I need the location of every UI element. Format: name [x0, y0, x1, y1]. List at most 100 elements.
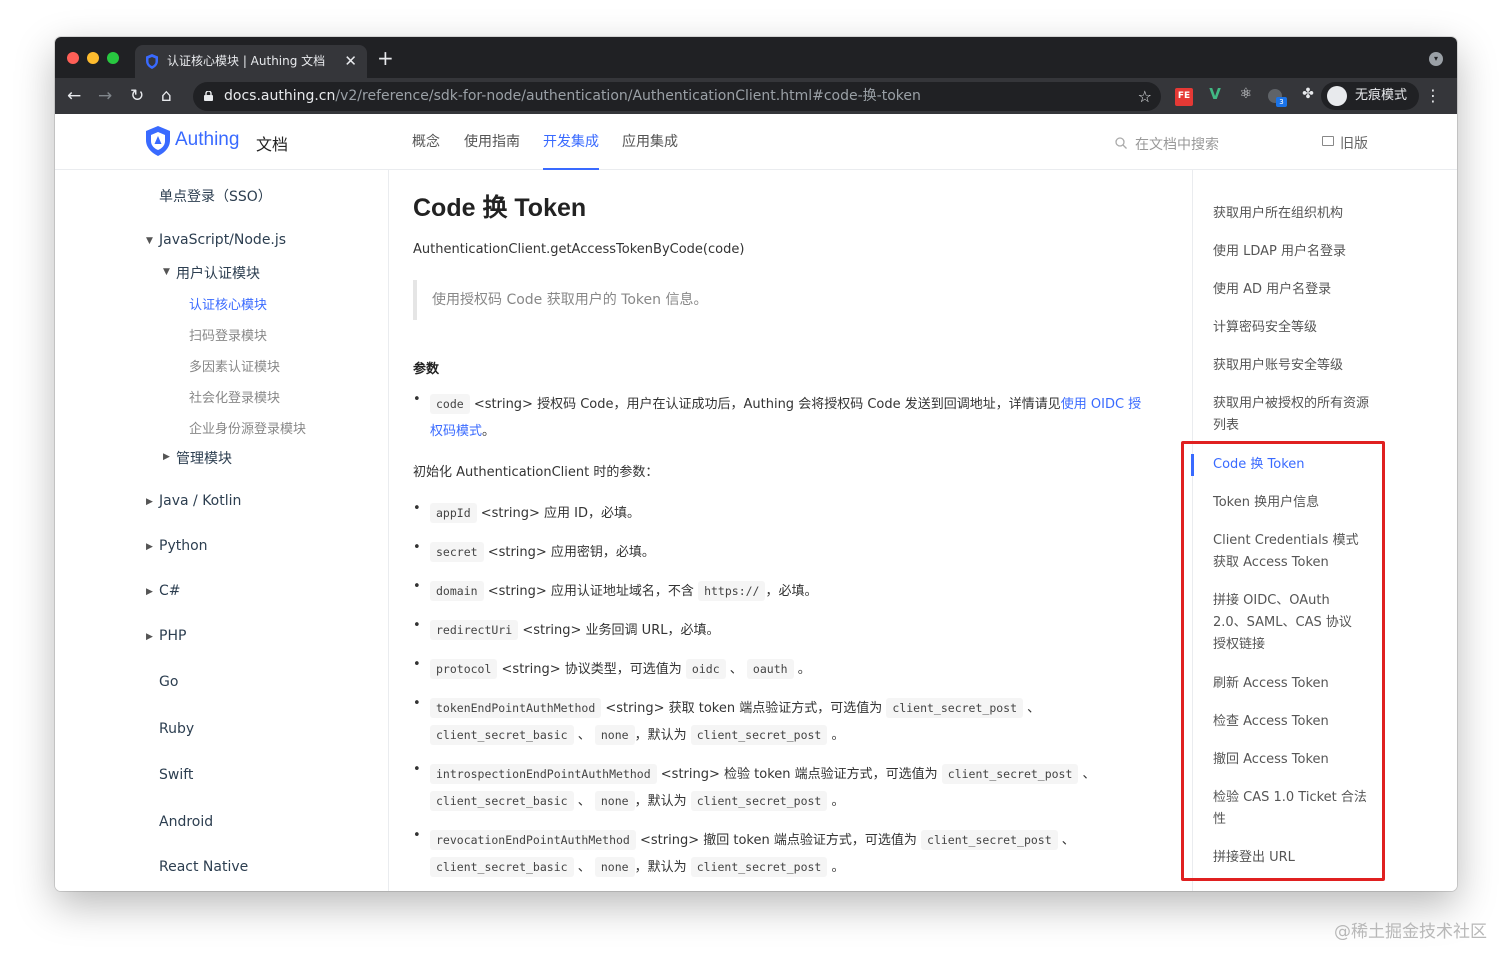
tab-close-icon[interactable]: ✕: [344, 45, 357, 78]
code-value: client_secret_post: [690, 725, 828, 745]
sidebar-item-swift[interactable]: Swift: [159, 767, 193, 783]
toc-item[interactable]: 检查 Access Token: [1213, 711, 1373, 733]
search-placeholder: 在文档中搜索: [1135, 137, 1219, 153]
code-value: client_secret_basic: [430, 857, 574, 877]
sidebar-item-csharp[interactable]: C#: [159, 583, 181, 599]
param-desc: <string> 撤回 token 端点验证方式，可选值为: [640, 833, 917, 848]
param-desc: <string> 检验 token 端点验证方式，可选值为: [660, 767, 938, 782]
old-version-link[interactable]: 旧版: [1322, 133, 1368, 153]
incognito-icon: [1327, 86, 1347, 106]
param-name: domain: [430, 581, 484, 601]
toc-item[interactable]: Token 换用户信息: [1213, 492, 1373, 514]
toc-item[interactable]: 拼接 OIDC、OAuth 2.0、SAML、CAS 协议授权链接: [1213, 590, 1363, 656]
sidebar-item-php[interactable]: PHP: [159, 628, 186, 644]
tab-title: 认证核心模块 | Authing 文档: [167, 54, 326, 68]
caret-right-icon: ▶: [146, 587, 153, 597]
reload-icon[interactable]: ↻: [130, 85, 144, 107]
site-header: Authing 文档 概念 使用指南 开发集成 应用集成 在文档中搜索 旧版: [55, 114, 1457, 170]
url-text[interactable]: docs.authing.cn/v2/reference/sdk-for-nod…: [224, 82, 921, 111]
sidebar-item-js-node[interactable]: JavaScript/Node.js: [159, 232, 286, 248]
zoom-window-button[interactable]: [107, 52, 119, 64]
toc-item[interactable]: 获取用户被授权的所有资源列表: [1213, 393, 1371, 437]
param-domain: • domain <string> 应用认证地址域名，不含 https://，必…: [413, 579, 818, 601]
sidebar-item-auth-core[interactable]: 认证核心模块: [189, 294, 267, 313]
param-name: appId: [430, 503, 477, 523]
nav-dev-integration[interactable]: 开发集成: [543, 114, 599, 170]
param-redirect-uri: • redirectUri <string> 业务回调 URL，必填。: [413, 618, 720, 640]
param-name: revocationEndPointAuthMethod: [430, 830, 636, 850]
toc-item[interactable]: 刷新 Access Token: [1213, 673, 1373, 695]
nav-concepts[interactable]: 概念: [412, 114, 440, 170]
bookmark-star-icon[interactable]: ☆: [1138, 82, 1152, 111]
punct: 。: [831, 794, 845, 809]
caret-right-icon: ▶: [163, 452, 170, 462]
punct: ，必填。: [765, 584, 818, 599]
address-bar[interactable]: docs.authing.cn/v2/reference/sdk-for-nod…: [193, 82, 1161, 111]
sidebar-item-java[interactable]: Java / Kotlin: [159, 493, 241, 509]
toc-item[interactable]: 获取用户账号安全等级: [1213, 355, 1373, 377]
toc-active-indicator: [1191, 454, 1194, 476]
toc-item-active[interactable]: Code 换 Token: [1213, 454, 1373, 476]
nav-guides[interactable]: 使用指南: [464, 114, 520, 170]
oidc-link-cont[interactable]: 权码模式: [430, 424, 482, 439]
sidebar-item-python[interactable]: Python: [159, 538, 208, 554]
code-value: client_secret_post: [886, 698, 1024, 718]
sidebar-item-sso[interactable]: 单点登录（SSO）: [159, 186, 272, 206]
puzzle-extensions-icon[interactable]: ✤: [1299, 86, 1317, 104]
sidebar-item-go[interactable]: Go: [159, 674, 178, 690]
sidebar-item-enterprise[interactable]: 企业身份源登录模块: [189, 418, 306, 437]
param-desc: <string> 协议类型，可选值为: [501, 662, 682, 677]
sidebar-item-user-auth[interactable]: 用户认证模块: [176, 263, 260, 283]
param-protocol: • protocol <string> 协议类型，可选值为 oidc 、 oau…: [413, 657, 811, 679]
browser-menu-icon[interactable]: ⋮: [1425, 86, 1441, 106]
punct: 。: [831, 860, 845, 875]
toc-item[interactable]: 使用 LDAP 用户名登录: [1213, 241, 1373, 263]
param-revocation-method: • revocationEndPointAuthMethod <string> …: [413, 828, 1075, 877]
toc-item[interactable]: 使用 AD 用户名登录: [1213, 279, 1373, 301]
new-tab-button[interactable]: +: [377, 46, 394, 70]
forward-arrow-icon[interactable]: →: [98, 85, 112, 107]
incognito-label: 无痕模式: [1355, 88, 1408, 103]
toc-item[interactable]: 撤回 Access Token: [1213, 749, 1373, 771]
watermark: @稀土掘金技术社区: [1334, 922, 1487, 942]
toc-item[interactable]: 获取用户所在组织机构: [1213, 203, 1373, 225]
search-input[interactable]: 在文档中搜索: [1115, 134, 1219, 154]
sidebar-item-react-native[interactable]: React Native: [159, 859, 248, 875]
sidebar-item-mfa[interactable]: 多因素认证模块: [189, 356, 280, 375]
punct: 。: [797, 662, 811, 677]
toc-item[interactable]: 检验 CAS 1.0 Ticket 合法性: [1213, 787, 1371, 831]
minimize-window-button[interactable]: [87, 52, 99, 64]
logo-sub: 文档: [256, 135, 289, 154]
monitor-icon: [1322, 136, 1334, 146]
method-signature: AuthenticationClient.getAccessTokenByCod…: [413, 242, 745, 257]
close-window-button[interactable]: [67, 52, 79, 64]
toc-item[interactable]: 计算密码安全等级: [1213, 317, 1373, 339]
authing-logo[interactable]: Authing 文档: [145, 124, 295, 160]
sidebar-item-management[interactable]: 管理模块: [176, 448, 232, 468]
browser-tab[interactable]: 认证核心模块 | Authing 文档 ✕: [135, 45, 367, 78]
description-quote: 使用授权码 Code 获取用户的 Token 信息。: [413, 280, 1165, 320]
param-secret: • secret <string> 应用密钥，必填。: [413, 540, 655, 562]
param-desc: ，默认为: [634, 728, 687, 743]
sidebar-item-ruby[interactable]: Ruby: [159, 721, 194, 737]
oidc-link[interactable]: 使用 OIDC 授: [1061, 397, 1141, 412]
param-name: secret: [430, 542, 484, 562]
code-value: none: [594, 725, 635, 745]
incognito-indicator[interactable]: 无痕模式: [1321, 82, 1419, 110]
vue-devtools-icon[interactable]: V: [1206, 86, 1224, 104]
back-arrow-icon[interactable]: ←: [67, 85, 81, 107]
extension-badge-icon[interactable]: 3: [1268, 88, 1287, 107]
tab-search-icon[interactable]: ▾: [1429, 52, 1443, 66]
caret-right-icon: ▶: [146, 497, 153, 507]
fe-extension-icon[interactable]: FE: [1175, 88, 1193, 106]
home-icon[interactable]: ⌂: [161, 85, 172, 107]
toc-item[interactable]: 拼接登出 URL: [1213, 847, 1373, 869]
code-value: client_secret_post: [690, 791, 828, 811]
sidebar-item-social[interactable]: 社会化登录模块: [189, 387, 280, 406]
code-value: client_secret_basic: [430, 791, 574, 811]
sidebar-item-android[interactable]: Android: [159, 814, 213, 830]
react-devtools-icon[interactable]: ⚛: [1237, 86, 1255, 104]
sidebar-item-qr-login[interactable]: 扫码登录模块: [189, 325, 267, 344]
nav-app-integration[interactable]: 应用集成: [622, 114, 678, 170]
toc-item[interactable]: Client Credentials 模式获取 Access Token: [1213, 530, 1363, 574]
